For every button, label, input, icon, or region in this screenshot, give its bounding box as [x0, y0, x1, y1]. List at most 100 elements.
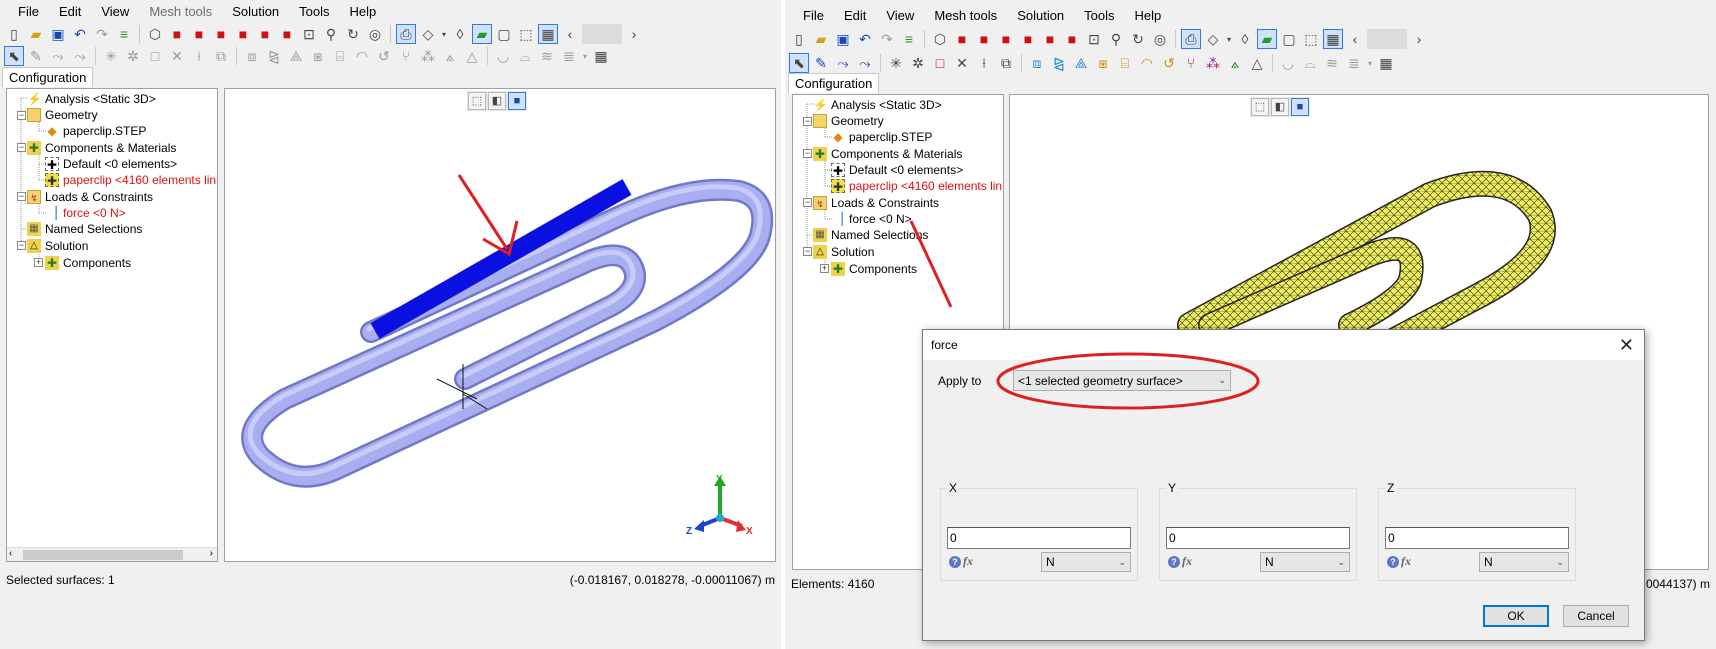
move-icon[interactable]: ⧈: [242, 46, 262, 66]
branch-icon[interactable]: ⑂: [396, 46, 416, 66]
tab-configuration[interactable]: Configuration: [2, 67, 94, 87]
menu-solution[interactable]: Solution: [222, 4, 289, 19]
x-unit-select[interactable]: N ⌄: [1041, 552, 1131, 572]
menu-mesh-tools[interactable]: Mesh tools: [924, 8, 1007, 23]
left-view-icon[interactable]: ■: [996, 29, 1016, 49]
edge-icon[interactable]: ◊: [450, 24, 470, 44]
zoom-box-icon[interactable]: ⊡: [1084, 29, 1104, 49]
select-face-icon[interactable]: ⤳: [70, 46, 90, 66]
table-icon[interactable]: ▦: [1376, 53, 1396, 73]
fit-icon[interactable]: ◎: [1150, 29, 1170, 49]
bowl-icon[interactable]: ◡: [1278, 53, 1298, 73]
fx-function-icon[interactable]: fx: [963, 554, 973, 569]
equals-icon[interactable]: ≡: [899, 29, 919, 49]
collapse-components-toggle[interactable]: −: [803, 149, 812, 158]
iso-view-icon[interactable]: ⬡: [930, 29, 950, 49]
transparent-icon[interactable]: ▢: [1279, 29, 1299, 49]
grid-pattern-icon[interactable]: ✲: [123, 46, 143, 66]
tree-item-components[interactable]: ✚ Components & Materials: [813, 146, 962, 162]
square-icon[interactable]: □: [930, 53, 950, 73]
scatter-icon[interactable]: ⁂: [418, 46, 438, 66]
scroll-right-icon[interactable]: ›: [210, 548, 213, 559]
revolve-icon[interactable]: ↺: [374, 46, 394, 66]
new-file-icon[interactable]: ▯: [789, 29, 809, 49]
tree-item-default-component[interactable]: ✚ Default <0 elements>: [831, 162, 963, 178]
layers-icon[interactable]: ≣: [1344, 53, 1364, 73]
dropdown-arrow-icon[interactable]: ▾: [440, 24, 448, 44]
fx-function-icon[interactable]: fx: [1401, 554, 1411, 569]
menu-edit[interactable]: Edit: [834, 8, 876, 23]
toolbar-slot[interactable]: [582, 24, 622, 44]
cylinder-icon[interactable]: ⌸: [1115, 53, 1135, 73]
top-view-icon[interactable]: ■: [1040, 29, 1060, 49]
mesh-view-icon[interactable]: ▦: [538, 24, 558, 44]
scroll-right-icon[interactable]: ›: [624, 24, 644, 44]
collapse-components-toggle[interactable]: −: [17, 143, 26, 152]
branch-icon[interactable]: ⑂: [1181, 53, 1201, 73]
menu-view[interactable]: View: [91, 4, 139, 19]
iso-view-icon[interactable]: ⬡: [145, 24, 165, 44]
rotate-icon[interactable]: ↻: [1128, 29, 1148, 49]
transparent-icon[interactable]: ▢: [494, 24, 514, 44]
menu-view[interactable]: View: [876, 8, 924, 23]
scroll-left-icon[interactable]: ‹: [1345, 29, 1365, 49]
copy-icon[interactable]: ⧉: [211, 46, 231, 66]
tree-item-paperclip-component[interactable]: ✚ paperclip <4160 elements linked: [45, 172, 217, 188]
front-view-icon[interactable]: ■: [952, 29, 972, 49]
collapse-loads-toggle[interactable]: −: [17, 192, 26, 201]
z-unit-select[interactable]: N ⌄: [1479, 552, 1569, 572]
sweep-icon[interactable]: ◠: [1137, 53, 1157, 73]
select-face-icon[interactable]: ⤳: [855, 53, 875, 73]
y-unit-select[interactable]: N ⌄: [1260, 552, 1350, 572]
menu-help[interactable]: Help: [340, 4, 387, 19]
plate-icon[interactable]: ⌓: [1300, 53, 1320, 73]
scrollbar-thumb[interactable]: [23, 550, 183, 560]
ok-button[interactable]: OK: [1483, 605, 1549, 627]
menu-help[interactable]: Help: [1125, 8, 1172, 23]
tree-item-loads[interactable]: ↯ Loads & Constraints: [27, 189, 153, 205]
right-view-icon[interactable]: ■: [1018, 29, 1038, 49]
cross-icon[interactable]: ✕: [952, 53, 972, 73]
wireframe-icon[interactable]: ⬚: [516, 24, 536, 44]
triangle-icon[interactable]: △: [1247, 53, 1267, 73]
rotate-icon[interactable]: ↻: [343, 24, 363, 44]
menu-file[interactable]: File: [8, 4, 49, 19]
fit-icon[interactable]: ◎: [365, 24, 385, 44]
left-view-icon[interactable]: ■: [211, 24, 231, 44]
print-icon[interactable]: ⎙: [396, 24, 416, 44]
cylinder-icon[interactable]: ⌸: [330, 46, 350, 66]
collapse-solution-toggle[interactable]: −: [17, 241, 26, 250]
y-value-input[interactable]: 0: [1166, 527, 1350, 549]
collapse-loads-toggle[interactable]: −: [803, 198, 812, 207]
menu-solution[interactable]: Solution: [1007, 8, 1074, 23]
dropdown-arrow-icon[interactable]: ▾: [581, 46, 589, 66]
scroll-left-icon[interactable]: ‹: [560, 24, 580, 44]
menu-tools[interactable]: Tools: [1074, 8, 1124, 23]
display-mode-icon[interactable]: ◇: [418, 24, 438, 44]
tree-item-paperclip-component[interactable]: ✚ paperclip <4160 elements linked: [831, 178, 1003, 194]
undo-icon[interactable]: ↶: [70, 24, 90, 44]
split-icon[interactable]: ⟊: [189, 46, 209, 66]
triangle-mesh-icon[interactable]: ⟑: [440, 46, 460, 66]
shaded-icon[interactable]: ▰: [1257, 29, 1277, 49]
dropdown-arrow-icon[interactable]: ▾: [1225, 29, 1233, 49]
tree-item-solution[interactable]: △ Solution: [813, 244, 874, 260]
tree-item-default-component[interactable]: ✚ Default <0 elements>: [45, 156, 177, 172]
grid-pattern-icon[interactable]: ✲: [908, 53, 928, 73]
tree-item-analysis[interactable]: ⚡ Analysis <Static 3D>: [27, 91, 156, 107]
dropdown-arrow-icon[interactable]: ▾: [1366, 53, 1374, 73]
toolbar-slot[interactable]: [1367, 29, 1407, 49]
plate-icon[interactable]: ⌓: [515, 46, 535, 66]
undo-icon[interactable]: ↶: [855, 29, 875, 49]
save-icon[interactable]: ▣: [833, 29, 853, 49]
mirror-icon[interactable]: ⟁: [1071, 53, 1091, 73]
print-icon[interactable]: ⎙: [1181, 29, 1201, 49]
3d-viewport[interactable]: ⬚ ◧ ■: [224, 88, 776, 562]
node-icon[interactable]: ✳: [886, 53, 906, 73]
save-icon[interactable]: ▣: [48, 24, 68, 44]
layers-icon[interactable]: ≣: [559, 46, 579, 66]
zoom-icon[interactable]: ⚲: [321, 24, 341, 44]
tree-item-loads[interactable]: ↯ Loads & Constraints: [813, 195, 939, 211]
bottom-view-icon[interactable]: ■: [277, 24, 297, 44]
table-icon[interactable]: ▦: [591, 46, 611, 66]
